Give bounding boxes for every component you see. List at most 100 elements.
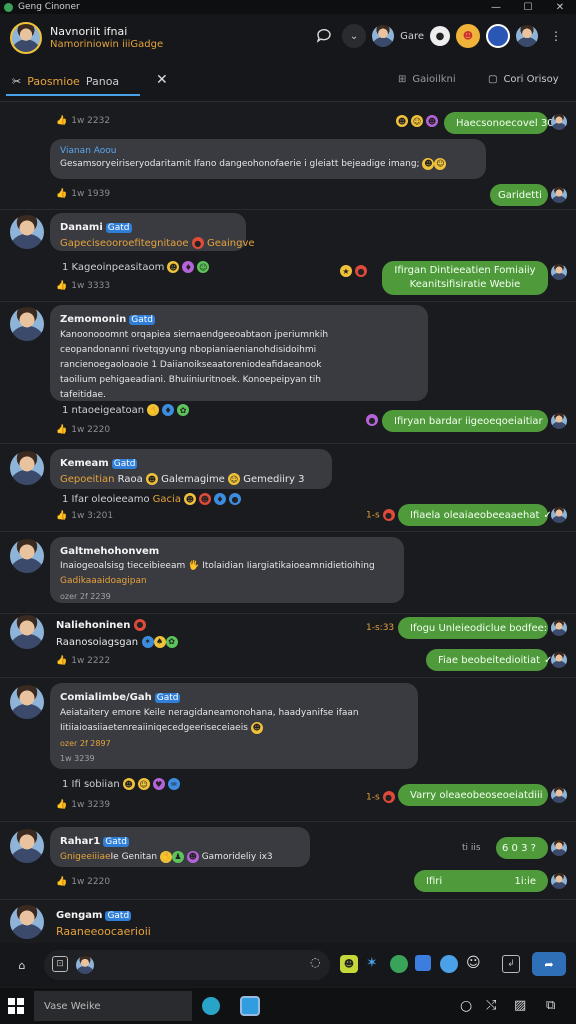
sender-avatar[interactable] (10, 829, 44, 863)
reaction-row[interactable]: 1 Kageoinpeasitaom ☻ ♦ ☺ (62, 261, 210, 273)
profile-icon[interactable] (486, 24, 510, 48)
reaction-row[interactable]: 1 Ifar oleoieeamo Gacia ☻ ☻ ♦ ● (62, 493, 241, 505)
tab-active[interactable]: ✂ Paosmioe Panoa (6, 68, 140, 96)
sender-avatar[interactable] (10, 539, 44, 573)
sender-avatar[interactable] (551, 187, 567, 203)
tab-right-2[interactable]: ▢ Cori Orisoy (488, 74, 559, 85)
incoming-message[interactable]: Naliehoninen ● Raanosoiagsgan ✶ ♠ ✿ (56, 617, 178, 651)
like-icon[interactable]: 👍 (56, 877, 67, 887)
sender-avatar[interactable] (551, 652, 567, 668)
incoming-message[interactable]: Galtmehohonvem Inaiogeoalsisg tieceibiee… (50, 537, 404, 603)
incoming-message[interactable]: Kemeam Gatd Gepoeitian Raoa ☻ Galemagime … (50, 449, 332, 489)
globe-icon[interactable] (390, 955, 408, 973)
incoming-message[interactable]: Vianan Aoou Gesamsoryeiriseryodaritamit … (50, 139, 486, 179)
send-button[interactable]: ➦ (532, 952, 566, 976)
tab-right-1[interactable]: ⊞ Gaioilkni (398, 74, 456, 85)
like-icon[interactable]: 👍 (56, 656, 67, 666)
image-icon[interactable]: ▨ (514, 998, 526, 1013)
windows-start-icon[interactable] (8, 998, 24, 1014)
expand-icon[interactable]: ↲ (502, 955, 520, 973)
kebab-menu-icon[interactable]: ⋮ (544, 24, 568, 48)
outgoing-message[interactable]: Fiae beobeitedioitiat ✓ (426, 649, 552, 671)
incoming-message[interactable]: Zemomonin Gatd Kanoonooomnt orqapiea sier… (50, 305, 428, 401)
outgoing-message[interactable]: Ifogu Unleieodiclue bodfee: (398, 617, 548, 639)
sender-avatar[interactable] (551, 114, 567, 130)
sender-avatar[interactable] (10, 685, 44, 719)
active-app-icon[interactable] (240, 996, 260, 1016)
message-meta: 👍 1w 2220 (56, 877, 111, 887)
sender-avatar[interactable] (551, 413, 567, 429)
outgoing-message[interactable]: Garidetti (490, 184, 548, 206)
sender-avatar[interactable] (10, 905, 44, 939)
taskbar-search[interactable]: Vase Weike (34, 991, 192, 1021)
sender-avatar[interactable] (10, 615, 44, 649)
mic-icon[interactable]: ◌ (310, 955, 320, 969)
outgoing-reactions[interactable]: ● (366, 414, 378, 426)
close-tab-icon[interactable]: ✕ (156, 72, 168, 88)
emoji-reaction-icon[interactable]: ☻ (456, 24, 480, 48)
close-window-button[interactable]: ✕ (544, 0, 576, 14)
outgoing-message[interactable]: Ifiri 1i:ie (414, 870, 548, 892)
sender-avatar[interactable] (551, 840, 567, 856)
chat-bubble-icon[interactable] (312, 24, 336, 48)
browser-icon[interactable] (202, 997, 220, 1015)
sender-avatar[interactable] (10, 215, 44, 249)
emoji-icon: ♠ (153, 636, 166, 648)
chat-icon[interactable] (440, 955, 458, 973)
reaction-row[interactable]: 1 Ifi sobiian ☻ ☺ ♥ ♒ (62, 778, 180, 790)
sender-avatar[interactable] (10, 307, 44, 341)
circle-icon[interactable]: ○ (460, 998, 472, 1014)
emoji-icon: ♦ (213, 493, 226, 505)
reaction-row[interactable]: 1 ntaoeigeatoan ✋ ♦ ✿ (62, 404, 190, 416)
like-icon[interactable]: 👍 (56, 189, 67, 199)
incoming-message[interactable]: Gengam Gatd Raaneeoocaerioii (56, 907, 151, 940)
message-line: ceopandonanni rivetqgyung nbopianiaenian… (60, 345, 317, 355)
outgoing-reactions[interactable]: ★ ● (340, 265, 367, 277)
incoming-message[interactable]: Danami Gatd Gapeciseooroefitegnitaoe ● Ge… (50, 213, 255, 251)
reaction-pill[interactable]: 6 0 3 ? (496, 837, 548, 859)
outgoing-message[interactable]: Haecsonoecovel 30 (444, 112, 554, 134)
notification-icon[interactable]: ● (430, 26, 450, 46)
home-icon[interactable]: ⌂ (12, 955, 32, 975)
like-icon[interactable]: 👍 (56, 511, 67, 521)
user-avatar-icon[interactable] (372, 25, 395, 47)
tab-right-1-label: Gaioilkni (412, 74, 456, 85)
minimize-button[interactable]: — (480, 0, 512, 14)
sender-avatar[interactable] (551, 507, 567, 523)
like-icon[interactable]: 👍 (56, 281, 67, 291)
maximize-button[interactable]: ☐ (512, 0, 544, 14)
sender-avatar[interactable] (551, 787, 567, 803)
attach-icon[interactable]: ⊡ (52, 956, 68, 972)
sender-avatar[interactable] (551, 620, 567, 636)
shuffle-icon[interactable]: ⤭ (486, 998, 496, 1013)
contact-avatar[interactable] (10, 22, 42, 54)
star-icon[interactable]: ✶ (366, 955, 378, 971)
emoji-icon: ☺ (137, 778, 150, 790)
more-icon[interactable]: ⌄ (342, 24, 367, 48)
like-icon[interactable]: 👍 (56, 425, 67, 435)
gallery-icon[interactable] (415, 955, 431, 971)
emoji-picker-icon[interactable]: ☺ (466, 955, 481, 971)
outgoing-message[interactable]: Ifiaela oleaiaeobeeaaehat ✓ (398, 504, 552, 526)
input-avatar-icon[interactable] (76, 956, 94, 974)
settings-icon[interactable]: ⧉ (546, 998, 555, 1013)
incoming-message[interactable]: Comialimbe/Gah Gatd Aeiataitery emore Kei… (50, 683, 418, 769)
sender-line: Comialimbe/Gah Gatd (60, 692, 181, 703)
like-icon[interactable]: 👍 (56, 116, 67, 126)
incoming-message[interactable]: Rahar1 Gatd GnigeeiiiaeIe Genitan ✋ ♟ ☻ Ga… (50, 827, 310, 867)
member-avatar-icon[interactable] (516, 25, 538, 47)
sender-avatar[interactable] (10, 451, 44, 485)
message-meta: 👍 1w 3:201 (56, 511, 114, 521)
contact-info[interactable]: Navnoriit ifnai Namoriniowin iiiGadge (50, 25, 163, 51)
sender-avatar[interactable] (551, 264, 567, 280)
outgoing-message[interactable]: Ifirgan Dintieeatien Fomiaiiy Keanitsifi… (382, 261, 548, 295)
like-icon[interactable]: 👍 (56, 800, 67, 810)
message-input[interactable]: ⊡ (44, 950, 330, 980)
sticker-icon[interactable]: ☻ (340, 955, 358, 973)
message-sub: ozer 2f 2897 (60, 739, 111, 748)
emoji-icon: ☺ (228, 473, 241, 485)
outgoing-message[interactable]: Ifiryan bardar iigeoeqoeiaitiar (382, 410, 548, 432)
sender-avatar[interactable] (551, 873, 567, 889)
outgoing-reactions[interactable]: ☻ ☺ ☻ (396, 115, 438, 127)
outgoing-message[interactable]: Varry oleaeobeoseoeiatdiii (398, 784, 548, 806)
